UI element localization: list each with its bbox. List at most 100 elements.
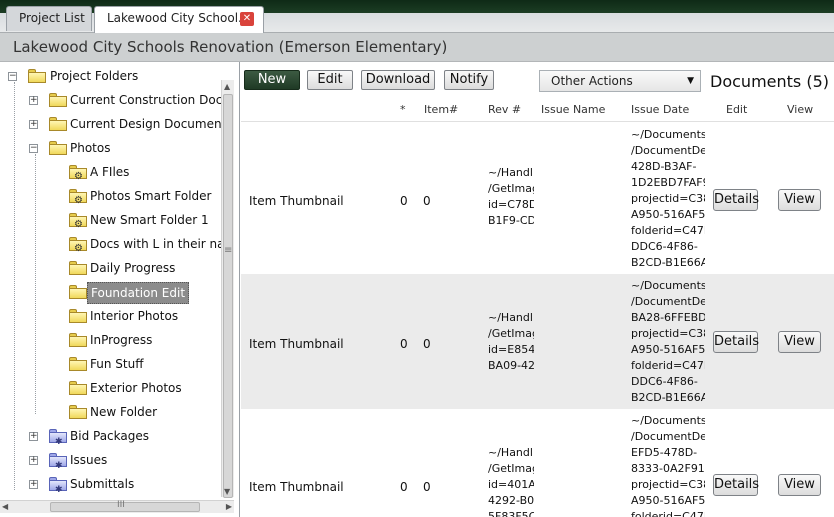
tree-item-label: Current Construction Docu [70,93,230,107]
tree-vertical-scroll-thumb[interactable]: ≡ [223,94,233,498]
tree-item-label: Interior Photos [90,309,179,323]
new-button[interactable]: New [244,70,300,90]
smart-folder-icon [69,165,87,187]
tree-item-current-design[interactable]: + Current Design Documents [29,114,233,136]
expand-icon[interactable]: + [29,96,38,105]
folder-icon [69,333,87,347]
tree-item-fun-stuff[interactable]: Fun Stuff [69,354,229,376]
tree-item-photos[interactable]: − Photos [29,138,229,160]
tree-root-label: Project Folders [50,69,139,83]
item-number: 0 [423,480,431,494]
tree-item-label: Bid Packages [70,429,149,443]
folder-icon [49,93,67,107]
view-button[interactable]: View [778,189,821,211]
tree-horizontal-scroll-thumb[interactable]: III [50,500,200,512]
table-row[interactable]: Item Thumbnail 0 0 ~/Handl /GetImag id=E… [241,274,834,409]
tree-item-submittals[interactable]: + Submittals [29,474,229,500]
expand-icon[interactable]: + [29,432,38,441]
tree-item-exterior-photos[interactable]: Exterior Photos [69,378,229,400]
project-title-bar: Lakewood City Schools Renovation (Emerso… [0,33,834,62]
grid-header: * Item# Rev # Issue Name Issue Date Edit… [241,98,834,122]
item-name: Item Thumbnail [249,480,344,494]
star-value: 0 [400,194,408,208]
tree-item-new-folder[interactable]: New Folder [69,402,229,424]
scroll-right-icon[interactable]: ▶ [226,502,232,511]
collapse-icon[interactable]: − [29,144,38,153]
other-actions-dropdown[interactable]: Other Actions ▼ [539,70,701,92]
tree-item-label: Submittals [70,477,135,491]
scroll-up-icon[interactable]: ▲ [224,82,230,91]
expand-icon[interactable]: + [29,480,38,489]
item-number: 0 [423,337,431,351]
tree-item-interior-photos[interactable]: Interior Photos [69,306,229,328]
table-row[interactable]: Item Thumbnail 0 0 ~/Handl /GetImag id=4… [241,409,834,517]
tree-item-docs-with-l[interactable]: Docs with L in their nan [69,234,221,256]
column-header-rev[interactable]: Rev # [488,103,521,116]
tree-item-bid-packages[interactable]: + Bid Packages [29,426,229,452]
column-header-view[interactable]: View [787,103,813,116]
scroll-down-icon[interactable]: ▼ [224,487,230,496]
tree-item-a-files[interactable]: A FIles [69,162,229,187]
download-button[interactable]: Download [361,70,435,90]
tree-vertical-scrollbar[interactable]: ▲ ≡ ▼ [221,80,234,498]
rev-value: ~/Handl /GetImag id=401A7 4292-B05 5F83F… [488,446,534,517]
folder-icon [69,261,87,275]
tree-item-label: Daily Progress [90,261,176,275]
collapse-icon[interactable]: − [8,72,17,81]
tree-item-new-smart-folder-1[interactable]: New Smart Folder 1 [69,210,229,235]
tab-project-list[interactable]: Project List [6,6,92,31]
tree-item-label: Fun Stuff [90,357,144,371]
column-header-item[interactable]: Item# [424,103,458,116]
notify-button[interactable]: Notify [444,70,494,90]
details-button[interactable]: Details [713,189,759,211]
tree-item-label: New Smart Folder 1 [90,213,209,227]
smart-folder-icon [69,237,87,256]
item-number: 0 [423,194,431,208]
tab-lakewood-city-schools[interactable]: Lakewood City School... ✕ [94,6,264,33]
details-button[interactable]: Details [713,474,759,496]
tree-item-foundation-edit[interactable]: Foundation Edit [69,282,229,304]
other-actions-label: Other Actions [551,74,633,88]
issue-date-value: ~/Documents /DocumentDe BA28-6FFEBDI pro… [631,279,705,404]
tree-item-label: Issues [70,453,108,467]
star-value: 0 [400,337,408,351]
expand-icon[interactable]: + [29,456,38,465]
column-header-issue-name[interactable]: Issue Name [541,103,605,116]
grip-icon: ≡ [224,245,233,256]
edit-button[interactable]: Edit [307,70,353,90]
view-button[interactable]: View [778,474,821,496]
view-button[interactable]: View [778,331,821,353]
scroll-left-icon[interactable]: ◀ [2,502,8,511]
table-row[interactable]: Item Thumbnail 0 0 ~/Handl /GetImag id=C… [241,123,834,274]
close-icon[interactable]: ✕ [240,12,254,26]
rev-value: ~/Handl /GetImag id=C78D B1F9-CD [488,166,534,227]
column-header-issue-date[interactable]: Issue Date [631,103,689,116]
tree-item-photos-smart-folder[interactable]: Photos Smart Folder [69,186,229,211]
folder-open-icon [69,285,87,299]
expand-icon[interactable]: + [29,120,38,129]
dropdown-arrow-icon: ▼ [687,76,694,86]
tree-item-daily-progress[interactable]: Daily Progress [69,258,229,280]
tree-item-current-construction[interactable]: + Current Construction Docu [29,90,230,112]
issue-date-value: ~/Documents /DocumentDe EFD5-478D- 8333-… [631,414,705,517]
smart-folder-icon [69,189,87,211]
tree-item-inprogress[interactable]: InProgress [69,330,229,352]
details-button[interactable]: Details [713,331,759,353]
column-header-star[interactable]: * [400,103,406,116]
item-name: Item Thumbnail [249,337,344,351]
tree-item-issues[interactable]: + Issues [29,450,229,476]
column-header-edit[interactable]: Edit [726,103,747,116]
grip-icon: III [117,500,125,510]
module-folder-icon [49,453,67,476]
tree-horizontal-scrollbar[interactable]: ◀ III ▶ [0,500,234,513]
tree-item-label: A FIles [90,165,130,179]
tree-root[interactable]: − Project Folders [8,66,228,88]
top-tab-strip: Project List Lakewood City School... ✕ [0,0,834,33]
tree-item-label: Current Design Documents [70,117,233,131]
folder-icon [69,405,87,419]
tree-item-label: InProgress [90,333,153,347]
folder-open-icon [28,69,46,83]
folder-open-icon [49,141,67,155]
rev-value: ~/Handl /GetImag id=E8546 BA09-423 [488,311,534,372]
documents-grid: * Item# Rev # Issue Name Issue Date Edit… [241,98,834,517]
